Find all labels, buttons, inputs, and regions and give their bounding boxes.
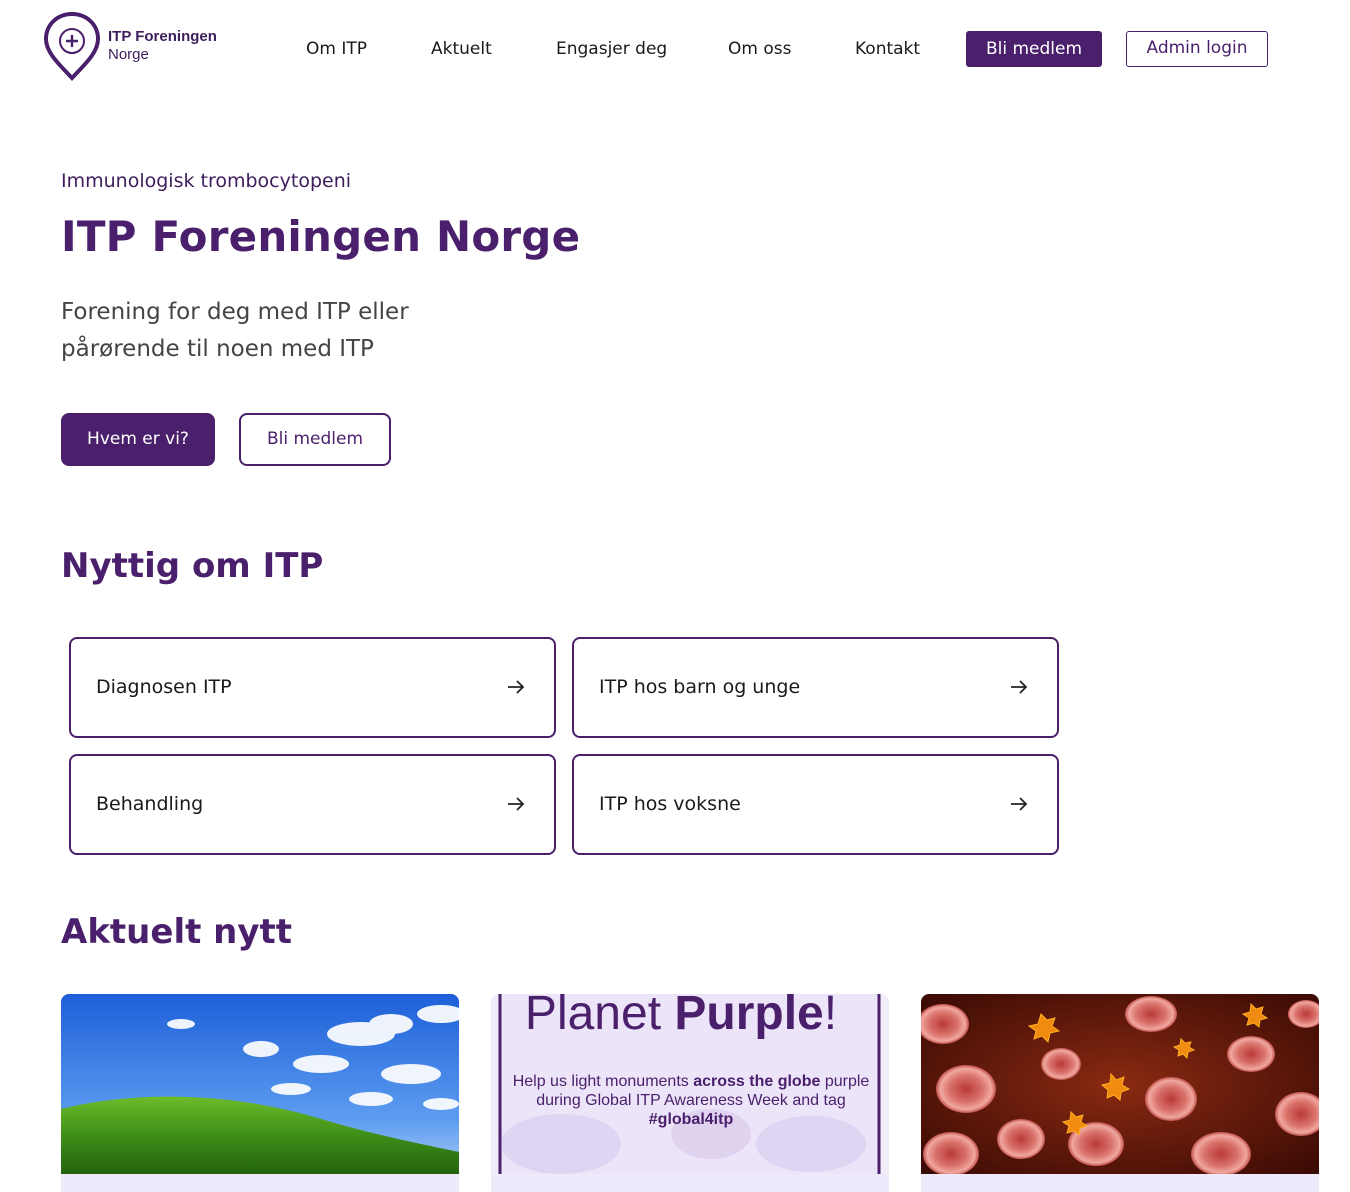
- logo-wordmark: ITP Foreningen Norge: [108, 28, 217, 64]
- green-hill-blue-sky-image: [61, 994, 459, 1174]
- poster-text-part: Help us light monuments: [512, 1073, 694, 1090]
- news-card[interactable]: [61, 994, 459, 1192]
- poster-hashtag: #global4itp: [648, 1111, 734, 1128]
- card-diagnosen-itp[interactable]: Diagnosen ITP: [69, 637, 556, 738]
- site-logo[interactable]: ITP Foreningen Norge: [44, 11, 217, 81]
- hero-subtitle: Forening for deg med ITP eller pårørende…: [61, 299, 409, 362]
- become-member-button[interactable]: Bli medlem: [239, 413, 391, 466]
- map-pin-plus-icon: [44, 11, 100, 81]
- card-behandling[interactable]: Behandling: [69, 754, 556, 855]
- nav-om-itp[interactable]: Om ITP: [306, 31, 367, 67]
- card-label: ITP hos barn og unge: [599, 676, 801, 698]
- nav-engasjer-deg[interactable]: Engasjer deg: [556, 31, 667, 67]
- poster-title-part: Planet: [524, 994, 675, 1040]
- arrow-right-icon: [508, 680, 525, 694]
- nav-kontakt[interactable]: Kontakt: [855, 31, 920, 67]
- join-button[interactable]: Bli medlem: [966, 31, 1102, 67]
- card-label: ITP hos voksne: [599, 793, 741, 815]
- logo-name-line1: ITP Foreningen: [108, 28, 217, 45]
- arrow-right-icon: [508, 797, 525, 811]
- planet-purple-poster-image: Planet Purple! Help us light monuments a…: [491, 994, 889, 1174]
- news-card[interactable]: [921, 994, 1319, 1192]
- logo-name-line2: Norge: [108, 46, 149, 63]
- poster-text-bold: across the globe: [693, 1073, 821, 1090]
- card-label: Diagnosen ITP: [96, 676, 232, 698]
- useful-section-title: Nyttig om ITP: [61, 546, 324, 586]
- arrow-right-icon: [1011, 680, 1028, 694]
- hero-eyebrow: Immunologisk trombocytopeni: [61, 170, 352, 192]
- poster-title-bold: Purple: [674, 994, 824, 1040]
- card-itp-barn-unge[interactable]: ITP hos barn og unge: [572, 637, 1059, 738]
- poster-title: Planet Purple!: [491, 994, 871, 1041]
- admin-login-button[interactable]: Admin login: [1126, 31, 1268, 67]
- site-header: ITP Foreningen Norge Om ITP Aktuelt Enga…: [0, 0, 1350, 100]
- nav-om-oss[interactable]: Om oss: [728, 31, 791, 67]
- arrow-right-icon: [1011, 797, 1028, 811]
- who-are-we-button[interactable]: Hvem er vi?: [61, 413, 215, 466]
- news-card[interactable]: Planet Purple! Help us light monuments a…: [491, 994, 889, 1192]
- blood-cells-platelets-image: [921, 994, 1319, 1174]
- card-label: Behandling: [96, 793, 204, 815]
- card-itp-voksne[interactable]: ITP hos voksne: [572, 754, 1059, 855]
- nav-aktuelt[interactable]: Aktuelt: [431, 31, 492, 67]
- news-section-title: Aktuelt nytt: [61, 912, 293, 952]
- poster-title-part: !: [823, 994, 838, 1040]
- page-title: ITP Foreningen Norge: [61, 212, 581, 261]
- poster-text: Help us light monuments across the globe…: [511, 1072, 871, 1129]
